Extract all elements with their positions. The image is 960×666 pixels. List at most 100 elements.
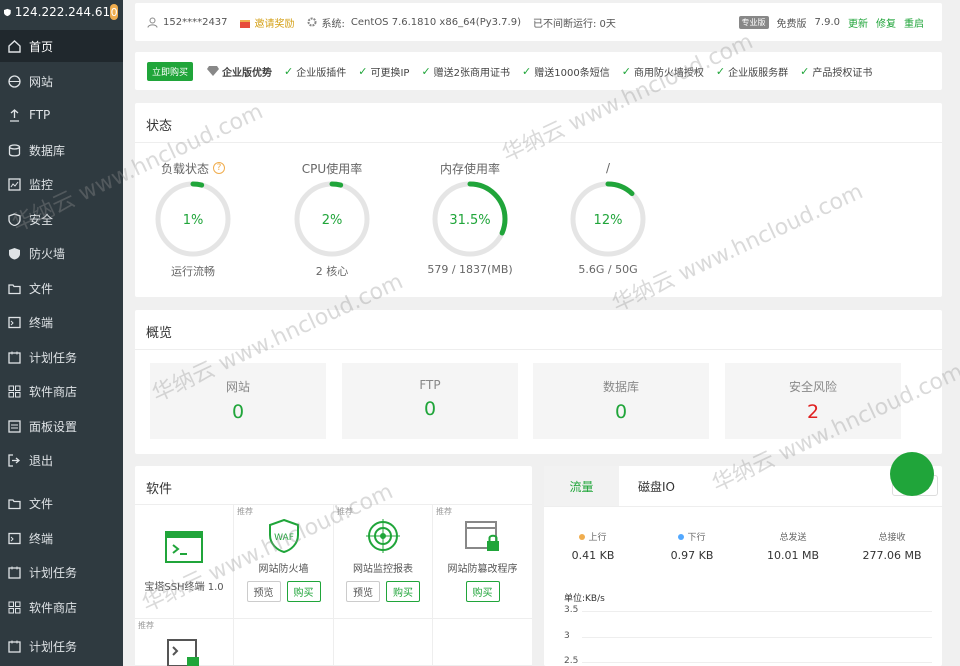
gauge: 负载状态? 1% 运行流畅 xyxy=(143,159,243,279)
overview-label: FTP xyxy=(419,378,441,392)
sidebar-item[interactable]: 安全 xyxy=(0,203,123,235)
sidebar-item[interactable]: 软件商店 xyxy=(0,591,123,623)
overview-box[interactable]: 网站 0 xyxy=(150,363,326,439)
gauge-subtext: 579 / 1837(MB) xyxy=(427,263,513,276)
sidebar-item[interactable]: 数据库 xyxy=(0,134,123,166)
user-account[interactable]: 152****2437 xyxy=(163,17,228,28)
sidebar-item[interactable]: 网站 xyxy=(0,65,123,97)
grid-icon xyxy=(7,384,21,398)
status-panel: 状态 负载状态? 1% 运行流畅 CPU使用率 2% 2 核心 内存使用率 31.5% 579 … xyxy=(135,103,942,297)
stat-label: 总发送 xyxy=(779,533,807,543)
tab-traffic[interactable]: 流量 xyxy=(544,466,619,506)
gauge: / 12% 5.6G / 50G xyxy=(558,159,658,276)
overview-box[interactable]: FTP 0 xyxy=(342,363,518,439)
recommend-tag: 推荐 xyxy=(237,507,253,516)
grid-line xyxy=(582,637,932,638)
check-icon: ✓ xyxy=(421,64,431,78)
grid-icon xyxy=(7,600,21,614)
promo-feature-label: 赠送2张商用证书 xyxy=(433,67,511,79)
overview-box[interactable]: 安全风险 2 xyxy=(725,363,901,439)
software-title: 软件 xyxy=(146,482,173,497)
stat-total-received: 总接收 277.06 MB xyxy=(847,530,937,562)
repair-link[interactable]: 修复 xyxy=(876,15,896,30)
software-name: 网站防火墙 xyxy=(258,564,309,575)
update-link[interactable]: 更新 xyxy=(848,15,868,30)
help-icon[interactable]: ? xyxy=(213,162,225,174)
sidebar-item[interactable]: 文件 xyxy=(0,487,123,519)
tab-disk-io[interactable]: 磁盘IO xyxy=(619,466,694,506)
y-tick: 3 xyxy=(564,631,570,641)
sidebar-item[interactable]: 终端 xyxy=(0,306,123,338)
invite-reward-link[interactable]: 邀请奖励 xyxy=(255,15,295,30)
edition: 免费版 xyxy=(776,18,807,30)
y-tick: 2.5 xyxy=(564,656,579,666)
gauge-label: 负载状态 xyxy=(160,161,209,176)
sidebar-item-label: 计划任务 xyxy=(29,639,78,654)
user-icon xyxy=(147,17,158,28)
server-ip: 124.222.244.61 xyxy=(14,5,111,19)
sidebar-item-label: 终端 xyxy=(29,315,54,330)
overview-count: 0 xyxy=(231,401,245,423)
stat-label: 总接收 xyxy=(878,533,906,543)
preview-button[interactable]: 预览 xyxy=(346,581,380,602)
overview-count: 0 xyxy=(614,401,628,423)
sidebar-item[interactable]: 面板设置 xyxy=(0,410,123,442)
calendar-icon xyxy=(7,639,21,653)
gauge-value: 1% xyxy=(183,213,204,228)
promo-feature: ✓ 企业版插件 xyxy=(284,64,346,79)
sidebar-item[interactable]: 计划任务 xyxy=(0,341,123,373)
sidebar-item-label: 面板设置 xyxy=(29,419,78,434)
recommend-tag: 推荐 xyxy=(138,621,154,630)
sidebar-item[interactable]: 监控 xyxy=(0,168,123,200)
restart-link[interactable]: 重启 xyxy=(904,15,924,30)
preview-button[interactable]: 预览 xyxy=(246,581,281,602)
gauge-label: CPU使用率 xyxy=(301,161,363,176)
sidebar-item[interactable]: 退出 xyxy=(0,444,123,476)
sidebar-item[interactable]: 计划任务 xyxy=(0,556,123,588)
svg-text:WAF: WAF xyxy=(274,533,294,543)
sidebar-item[interactable]: 文件 xyxy=(0,272,123,304)
overview-box[interactable]: 数据库 0 xyxy=(533,363,709,439)
software-cell-empty xyxy=(234,619,334,666)
buy-button[interactable]: 购买 xyxy=(465,581,500,602)
grid-line xyxy=(582,662,932,663)
promo-feature: ✓ 产品授权证书 xyxy=(800,64,872,79)
floating-action-button[interactable] xyxy=(890,452,934,496)
terminal-icon xyxy=(7,315,21,329)
overview-label: 数据库 xyxy=(602,380,639,394)
gauge-label-row: 内存使用率 xyxy=(420,159,520,177)
gauge: 内存使用率 31.5% 579 / 1837(MB) xyxy=(420,159,520,277)
gauge-label-row: 负载状态? xyxy=(143,159,243,177)
check-icon: ✓ xyxy=(621,64,631,78)
folder-icon xyxy=(7,281,21,295)
software-cell-empty xyxy=(334,619,433,666)
sidebar-item-label: 文件 xyxy=(29,496,54,511)
sidebar-item[interactable]: 终端 xyxy=(0,522,123,554)
promo-headline: 企业版优势 xyxy=(207,64,272,79)
recommend-tag: 推荐 xyxy=(436,507,452,516)
software-item-next[interactable]: 推荐 xyxy=(135,619,234,666)
target-icon xyxy=(366,519,400,553)
sidebar-item[interactable]: 防火墙 xyxy=(0,237,123,269)
upload-dot xyxy=(579,533,586,540)
gauge-ring: 12% xyxy=(570,181,646,257)
buy-button[interactable]: 购买 xyxy=(386,581,420,602)
sidebar-item[interactable]: 计划任务 xyxy=(0,630,123,662)
sidebar-item[interactable]: FTP xyxy=(0,99,123,131)
gauge-label-row: / xyxy=(558,159,658,177)
sidebar-item[interactable]: 软件商店 xyxy=(0,375,123,407)
version: 7.9.0 xyxy=(814,16,840,28)
software-item-tamper[interactable]: 推荐 网站防篡改程序 购买 xyxy=(433,505,532,619)
stat-total-sent: 总发送 10.01 MB xyxy=(748,530,838,562)
stat-upload: 上行 0.41 KB xyxy=(548,530,638,562)
promo-feature: ✓ 可更换IP xyxy=(358,64,409,79)
software-cell-empty xyxy=(433,619,532,666)
buy-now-button[interactable]: 立即购买 xyxy=(147,61,194,81)
software-item-waf[interactable]: 推荐 WAF 网站防火墙 预览 购买 xyxy=(234,505,334,619)
buy-button[interactable]: 购买 xyxy=(286,581,321,602)
server-header: 124.222.244.61 0 xyxy=(0,0,123,24)
notification-badge[interactable]: 0 xyxy=(110,4,118,20)
software-item-ssh[interactable]: 宝塔SSH终端 1.0 xyxy=(135,505,234,619)
software-item-monitor[interactable]: 推荐 网站监控报表 预览 购买 xyxy=(334,505,433,619)
sidebar-item[interactable]: 首页 xyxy=(0,30,123,62)
